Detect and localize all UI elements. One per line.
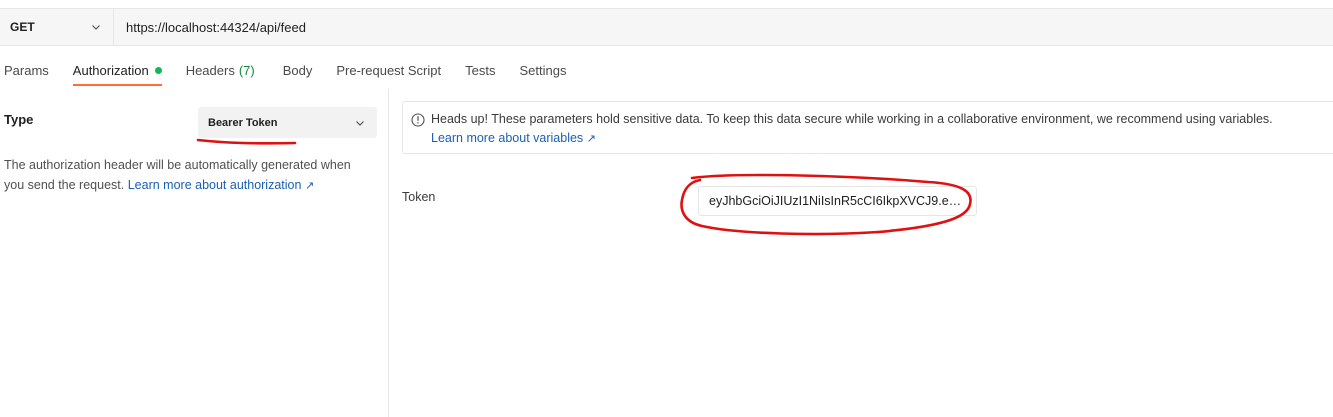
tab-headers-count: (7) — [238, 63, 255, 78]
auth-type-value: Bearer Token — [208, 116, 278, 129]
external-link-icon: ↗ — [586, 133, 596, 145]
tab-body-label: Body — [282, 63, 313, 78]
token-input[interactable] — [698, 186, 977, 216]
url-input[interactable] — [114, 9, 1333, 45]
learn-more-authorization-link[interactable]: Learn more about authorization ↗ — [128, 178, 314, 192]
learn-more-authorization-text: Learn more about authorization — [127, 178, 302, 192]
tab-settings[interactable]: Settings — [519, 56, 566, 86]
tab-params-label: Params — [4, 63, 49, 78]
learn-more-variables-text: Learn more about variables — [431, 131, 584, 145]
request-url-bar: GET — [0, 8, 1333, 46]
external-link-icon: ↗ — [304, 180, 315, 192]
token-label: Token — [402, 190, 436, 204]
tab-authorization[interactable]: Authorization — [72, 56, 162, 86]
tab-headers-label: Headers — [185, 63, 235, 78]
info-icon — [411, 113, 425, 127]
tab-pre-request-script-label: Pre-request Script — [336, 63, 442, 78]
auth-type-panel: Type Bearer Token The authorization head… — [0, 89, 389, 417]
tab-params[interactable]: Params — [4, 56, 49, 86]
tab-pre-request-script[interactable]: Pre-request Script — [336, 56, 441, 86]
tab-headers[interactable]: Headers (7) — [186, 56, 255, 86]
request-tabs: Params Authorization Headers (7) Body Pr… — [0, 56, 566, 88]
red-underline-annotation — [196, 138, 297, 145]
method-select[interactable]: GET — [0, 9, 114, 45]
notice-message: Heads up! These parameters hold sensitiv… — [431, 112, 1273, 126]
status-dot-icon — [154, 67, 162, 74]
learn-more-variables-link[interactable]: Learn more about variables ↗ — [431, 131, 596, 145]
auth-description: The authorization header will be automat… — [4, 155, 374, 196]
tab-body[interactable]: Body — [283, 56, 313, 86]
chevron-down-icon — [356, 120, 364, 126]
auth-type-select[interactable]: Bearer Token — [198, 107, 377, 138]
method-label: GET — [10, 20, 35, 34]
auth-type-label: Type — [4, 112, 34, 127]
sensitive-data-notice: Heads up! These parameters hold sensitiv… — [402, 101, 1333, 154]
tab-tests-label: Tests — [465, 63, 496, 78]
tab-tests[interactable]: Tests — [465, 56, 495, 86]
tab-settings-label: Settings — [519, 63, 567, 78]
chevron-down-icon — [92, 25, 100, 30]
tab-authorization-label: Authorization — [72, 63, 149, 78]
